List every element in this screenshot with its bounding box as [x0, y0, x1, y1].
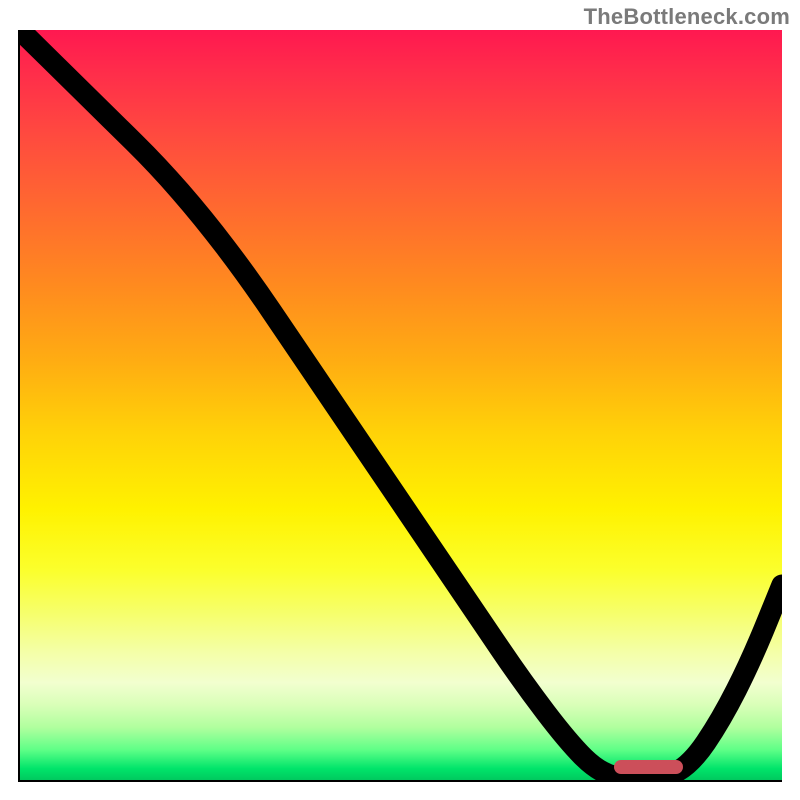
attribution-text: TheBottleneck.com — [584, 4, 790, 30]
bottleneck-curve — [20, 30, 782, 780]
curve-path — [20, 30, 782, 780]
plot-area — [18, 30, 782, 782]
chart-canvas: TheBottleneck.com — [0, 0, 800, 800]
optimal-range-bar — [614, 760, 683, 774]
